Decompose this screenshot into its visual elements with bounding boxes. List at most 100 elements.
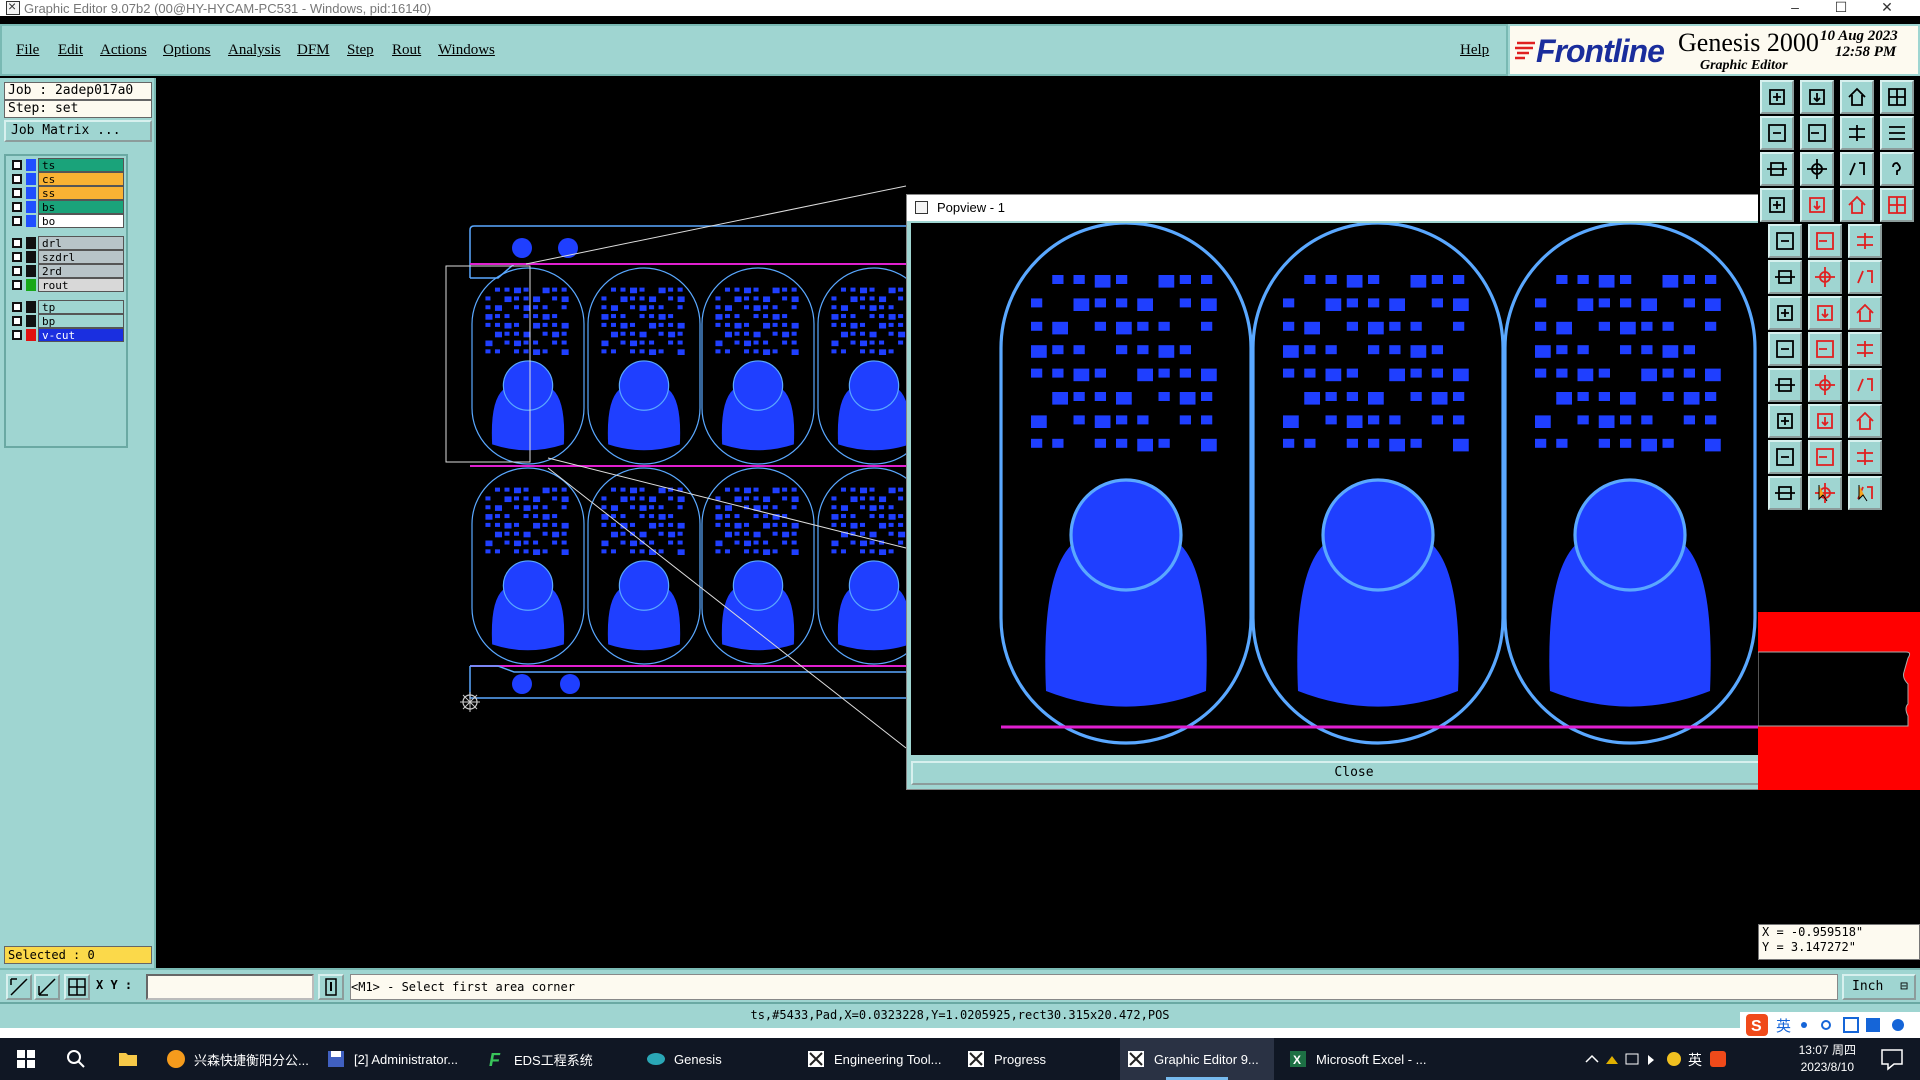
toolbar-button-6-2[interactable] [1848,296,1882,330]
taskbar-item-browser[interactable]: 兴森快捷衡阳分公... [160,1038,310,1080]
toolbar-button-1-3[interactable] [1880,116,1914,150]
snap-mode-button[interactable] [6,974,32,1000]
layer-row-ts[interactable]: ts [8,158,126,172]
popview-canvas[interactable] [911,223,1771,755]
layer-checkbox[interactable] [12,160,22,170]
menu-dfm[interactable]: DFM [297,42,330,59]
toolbar-button-7-2[interactable] [1848,332,1882,366]
layer-name[interactable]: bs [38,200,124,214]
menu-help[interactable]: Help [1460,42,1489,59]
menu-rout[interactable]: Rout [392,42,421,59]
popview-window[interactable]: Popview - 1 ✕ Close [906,194,1802,790]
toolbar-button-9-1[interactable] [1808,404,1842,438]
toolbar-button-11-0[interactable] [1768,476,1802,510]
layer-checkbox[interactable] [12,316,22,326]
toolbar-button-5-2[interactable] [1848,260,1882,294]
layer-name[interactable]: tp [38,300,124,314]
layer-checkbox[interactable] [12,252,22,262]
layer-row-cs[interactable]: cs [8,172,126,186]
toolbar-button-8-2[interactable] [1848,368,1882,402]
grid-mode-button[interactable] [64,974,90,1000]
layer-name[interactable]: 2rd [38,264,124,278]
command-info-button[interactable] [318,974,344,1000]
job-matrix-button[interactable]: Job Matrix ... [4,120,152,142]
toolbar-button-3-2[interactable] [1840,188,1874,222]
toolbar-button-2-3[interactable] [1880,152,1914,186]
toolbar-button-1-1[interactable] [1800,116,1834,150]
layer-row-bo[interactable]: bo [8,214,126,228]
layer-name[interactable]: rout [38,278,124,292]
close-icon[interactable]: ✕ [1864,0,1910,16]
layer-checkbox[interactable] [12,280,22,290]
toolbar-button-10-0[interactable] [1768,440,1802,474]
layer-name[interactable]: bp [38,314,124,328]
layer-checkbox[interactable] [12,188,22,198]
minimize-icon[interactable]: – [1772,0,1818,16]
toolbar-button-11-1[interactable] [1808,476,1842,510]
toolbar-button-0-1[interactable] [1800,80,1834,114]
toolbar-button-0-3[interactable] [1880,80,1914,114]
layer-row-drl[interactable]: drl [8,236,126,250]
layer-name[interactable]: drl [38,236,124,250]
taskbar-item-excel[interactable]: X Microsoft Excel - ... [1282,1038,1442,1080]
layer-checkbox[interactable] [12,266,22,276]
toolbar-button-6-0[interactable] [1768,296,1802,330]
layer-name[interactable]: v-cut [38,328,124,342]
layer-checkbox[interactable] [12,202,22,212]
toolbar-button-5-1[interactable] [1808,260,1842,294]
layer-row-rout[interactable]: rout [8,278,126,292]
layer-checkbox[interactable] [12,302,22,312]
toolbar-button-0-2[interactable] [1840,80,1874,114]
taskbar-item-administrator[interactable]: [2] Administrator... [320,1038,468,1080]
toolbar-button-0-0[interactable] [1760,80,1794,114]
layer-name[interactable]: cs [38,172,124,186]
maximize-icon[interactable]: ☐ [1818,0,1864,16]
toolbar-button-2-1[interactable] [1800,152,1834,186]
layer-row-tp[interactable]: tp [8,300,126,314]
toolbar-button-4-1[interactable] [1808,224,1842,258]
menu-options[interactable]: Options [163,42,211,59]
xy-input[interactable] [146,974,314,1000]
taskbar-item-graphic-editor[interactable]: Graphic Editor 9... [1120,1038,1274,1080]
popview-close-button[interactable]: Close [911,761,1797,785]
layer-row-ss[interactable]: ss [8,186,126,200]
toolbar-button-3-0[interactable] [1760,188,1794,222]
layer-checkbox[interactable] [12,174,22,184]
toolbar-button-1-0[interactable] [1760,116,1794,150]
toolbar-button-3-3[interactable] [1880,188,1914,222]
toolbar-button-3-1[interactable] [1800,188,1834,222]
toolbar-button-4-0[interactable] [1768,224,1802,258]
search-button[interactable] [60,1038,100,1080]
taskbar-item-genesis[interactable]: Genesis [640,1038,790,1080]
taskbar-item-engineering-tool[interactable]: Engineering Tool... [800,1038,950,1080]
toolbar-button-5-0[interactable] [1768,260,1802,294]
notification-icon[interactable] [1872,1038,1912,1080]
menu-windows[interactable]: Windows [438,42,495,59]
layer-row-szdrl[interactable]: szdrl [8,250,126,264]
toolbar-button-7-1[interactable] [1808,332,1842,366]
toolbar-button-10-2[interactable] [1848,440,1882,474]
toolbar-button-7-0[interactable] [1768,332,1802,366]
start-button[interactable] [10,1038,50,1080]
toolbar-button-9-2[interactable] [1848,404,1882,438]
unit-selector[interactable]: Inch ⊟ [1842,974,1916,1000]
toolbar-button-6-1[interactable] [1808,296,1842,330]
menu-edit[interactable]: Edit [58,42,83,59]
toolbar-button-4-2[interactable] [1848,224,1882,258]
menu-actions[interactable]: Actions [100,42,147,59]
layer-name[interactable]: szdrl [38,250,124,264]
layer-checkbox[interactable] [12,238,22,248]
menu-file[interactable]: File [16,42,39,59]
toolbar-button-10-1[interactable] [1808,440,1842,474]
layer-name[interactable]: ts [38,158,124,172]
layer-row-v-cut[interactable]: v-cut [8,328,126,342]
system-clock[interactable]: 13:07 周四 2023/8/10 [1799,1042,1856,1076]
menu-analysis[interactable]: Analysis [228,42,281,59]
layer-checkbox[interactable] [12,330,22,340]
toolbar-button-1-2[interactable] [1840,116,1874,150]
layer-name[interactable]: bo [38,214,124,228]
toolbar-button-11-2[interactable] [1848,476,1882,510]
toolbar-button-9-0[interactable] [1768,404,1802,438]
layer-row-bs[interactable]: bs [8,200,126,214]
menu-step[interactable]: Step [347,42,374,59]
